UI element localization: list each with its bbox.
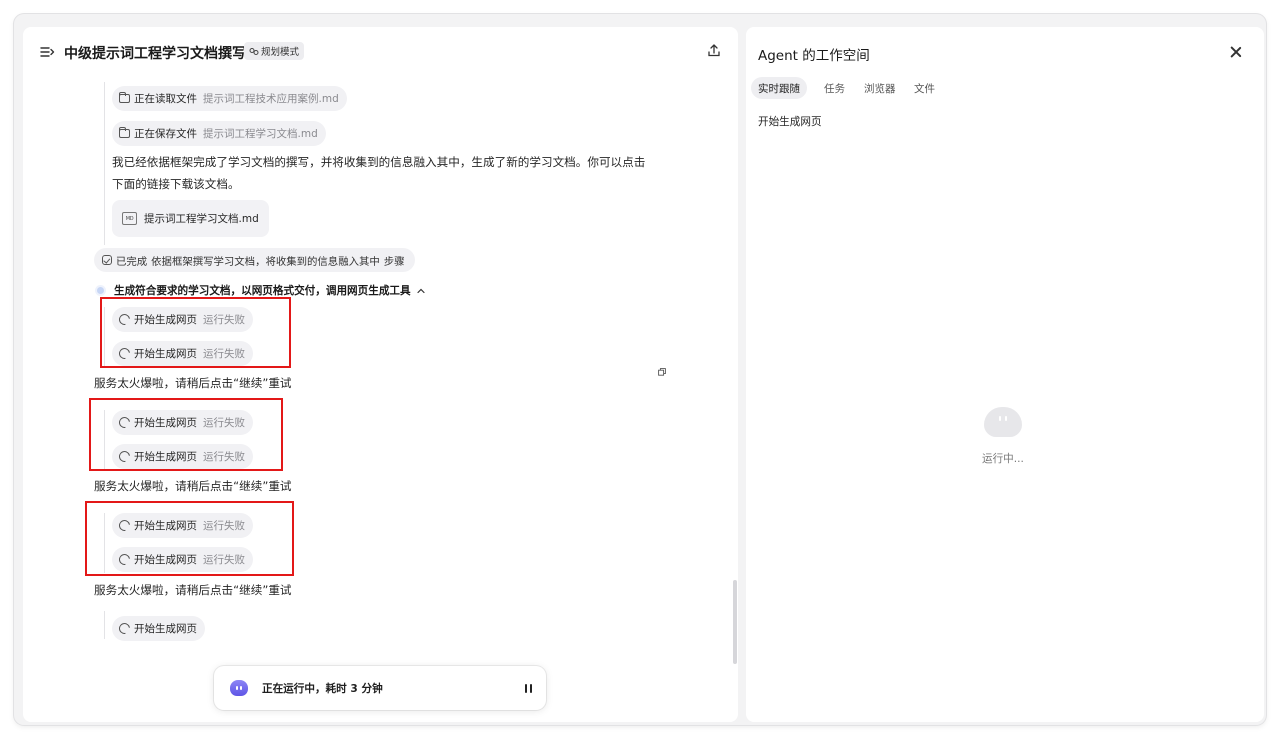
timeline-line: [104, 82, 105, 245]
markdown-file-icon: MD: [122, 212, 137, 225]
chat-scrollbar[interactable]: [733, 580, 737, 664]
tab-live-follow[interactable]: 实时跟随: [751, 77, 807, 99]
highlight-box: [85, 501, 294, 576]
conversation-title: 中级提示词工程学习文档撰写: [64, 46, 246, 62]
chat-panel: 中级提示词工程学习文档撰写 规划模式 正在读取文件 提示词工程技术应用案例.md…: [23, 27, 738, 722]
timeline-line: [104, 611, 105, 639]
save-file-action: 正在保存文件: [134, 128, 197, 140]
close-panel-button[interactable]: [1230, 46, 1242, 58]
tab-browser[interactable]: 浏览器: [864, 77, 896, 99]
sidebar-toggle-icon[interactable]: [39, 45, 55, 59]
completed-step-text: 依据框架撰写学习文档，将收集到的信息融入其中: [151, 255, 380, 268]
copy-icon[interactable]: [657, 367, 667, 377]
error-message: 服务太火爆啦，请稍后点击“继续”重试: [94, 376, 292, 390]
tool-action: 开始生成网页: [134, 623, 197, 635]
tab-files[interactable]: 文件: [914, 77, 935, 99]
folder-icon: [118, 126, 130, 138]
current-step-row[interactable]: 生成符合要求的学习文档，以网页格式交付，调用网页生成工具: [97, 283, 425, 298]
read-file-action: 正在读取文件: [134, 93, 197, 105]
workspace-title: Agent 的工作空间: [758, 48, 870, 64]
highlight-box: [89, 398, 283, 471]
chevron-up-icon: [417, 288, 425, 293]
completed-step-suffix: 步骤: [383, 255, 405, 268]
loading-icon: [116, 620, 133, 637]
assistant-message-line: 下面的链接下载该文档。: [112, 177, 240, 191]
running-status-bar: 正在运行中，耗时 3 分钟: [214, 666, 546, 710]
share-icon[interactable]: [707, 43, 721, 58]
tool-call-pill-running[interactable]: 开始生成网页: [112, 616, 205, 641]
assistant-message-line: 我已经依据框架完成了学习文档的撰写，并将收集到的信息融入其中，生成了新的学习文档…: [112, 155, 646, 169]
pause-icon[interactable]: [524, 683, 532, 693]
planning-mode-badge: 规划模式: [244, 42, 305, 60]
save-file-pill[interactable]: 正在保存文件 提示词工程学习文档.md: [112, 121, 326, 146]
empty-state-icon: [984, 407, 1022, 437]
attachment-name: 提示词工程学习文档.md: [144, 213, 259, 225]
planning-mode-icon: [249, 47, 259, 55]
highlight-box: [100, 297, 291, 368]
assistant-message: 我已经依据框架完成了学习文档的撰写，并将收集到的信息融入其中，生成了新的学习文档…: [112, 151, 692, 195]
save-file-name: 提示词工程学习文档.md: [203, 128, 318, 140]
attachment-card[interactable]: MD 提示词工程学习文档.md: [112, 200, 269, 237]
agent-avatar-icon: [230, 680, 248, 696]
current-action-label: 开始生成网页: [758, 116, 822, 128]
current-step-text: 生成符合要求的学习文档，以网页格式交付，调用网页生成工具: [114, 285, 411, 297]
completed-step-pill[interactable]: 已完成 依据框架撰写学习文档，将收集到的信息融入其中 步骤: [94, 248, 415, 272]
check-icon: [102, 255, 112, 265]
workspace-status: 运行中...: [982, 453, 1024, 465]
read-file-name: 提示词工程技术应用案例.md: [203, 93, 339, 105]
folder-icon: [118, 91, 130, 103]
error-message: 服务太火爆啦，请稍后点击“继续”重试: [94, 479, 292, 493]
mode-badge-label: 规划模式: [261, 47, 300, 58]
step-progress-dot: [97, 287, 104, 294]
error-message: 服务太火爆啦，请稍后点击“继续”重试: [94, 583, 292, 597]
close-icon: [1230, 46, 1242, 58]
running-status-text: 正在运行中，耗时 3 分钟: [262, 682, 383, 695]
workspace-panel: Agent 的工作空间 实时跟随 任务 浏览器 文件 开始生成网页 运行中...: [746, 27, 1264, 722]
tab-tasks[interactable]: 任务: [824, 77, 845, 99]
read-file-pill[interactable]: 正在读取文件 提示词工程技术应用案例.md: [112, 86, 347, 111]
completed-status: 已完成: [116, 255, 148, 268]
